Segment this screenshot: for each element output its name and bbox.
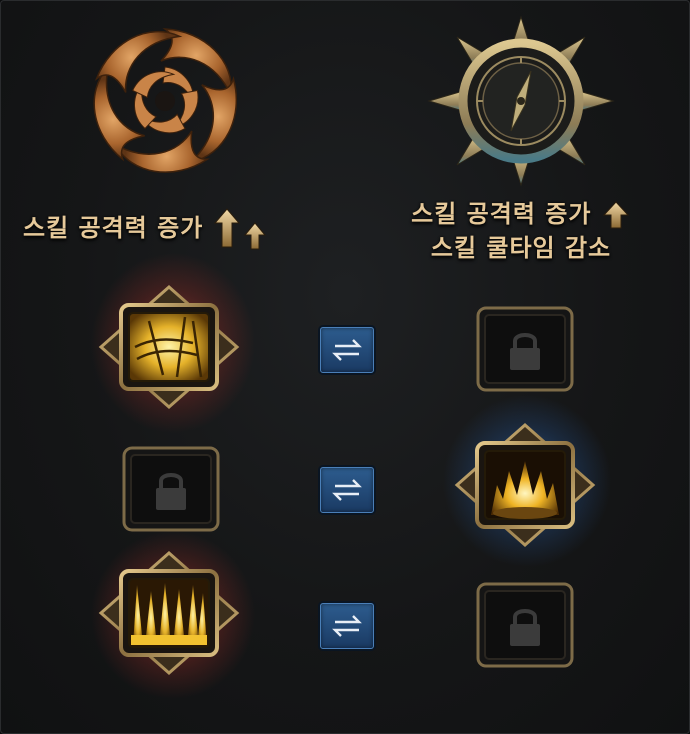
skill-slot-row3-right[interactable] [475, 581, 575, 669]
skill-slot-row3-left[interactable] [89, 531, 259, 701]
left-title-text: 스킬 공격력 증가 [23, 214, 204, 242]
skill-slot-row2-right[interactable] [441, 395, 611, 575]
up-arrow-icon [602, 201, 629, 229]
skill-slot-row2-left[interactable] [121, 445, 221, 533]
swap-arrows-icon [332, 339, 362, 361]
swap-arrows-icon [332, 615, 362, 637]
right-title-line2: 스킬 쿨타임 감소 [430, 234, 612, 262]
skill-slot-row1-left[interactable] [89, 251, 259, 441]
double-up-arrow-icon [213, 208, 266, 250]
swap-arrows-icon [332, 479, 362, 501]
swirl-emblem-icon [93, 28, 238, 173]
left-column-title: 스킬 공격력 증가 [23, 207, 333, 251]
right-title-line1-text: 스킬 공격력 증가 [411, 200, 592, 228]
skill-tree-panel: 스킬 공격력 증가 스킬 공격력 증가 스킬 쿨타임 감소 [0, 0, 690, 734]
compass-emblem-icon [427, 15, 615, 187]
swap-button-row1[interactable] [320, 327, 374, 373]
right-column-title: 스킬 공격력 증가 스킬 쿨타임 감소 [371, 197, 671, 265]
swap-button-row2[interactable] [320, 467, 374, 513]
right-title-line1: 스킬 공격력 증가 [371, 197, 671, 231]
skill-slot-row1-right[interactable] [475, 305, 575, 393]
swap-button-row3[interactable] [320, 603, 374, 649]
